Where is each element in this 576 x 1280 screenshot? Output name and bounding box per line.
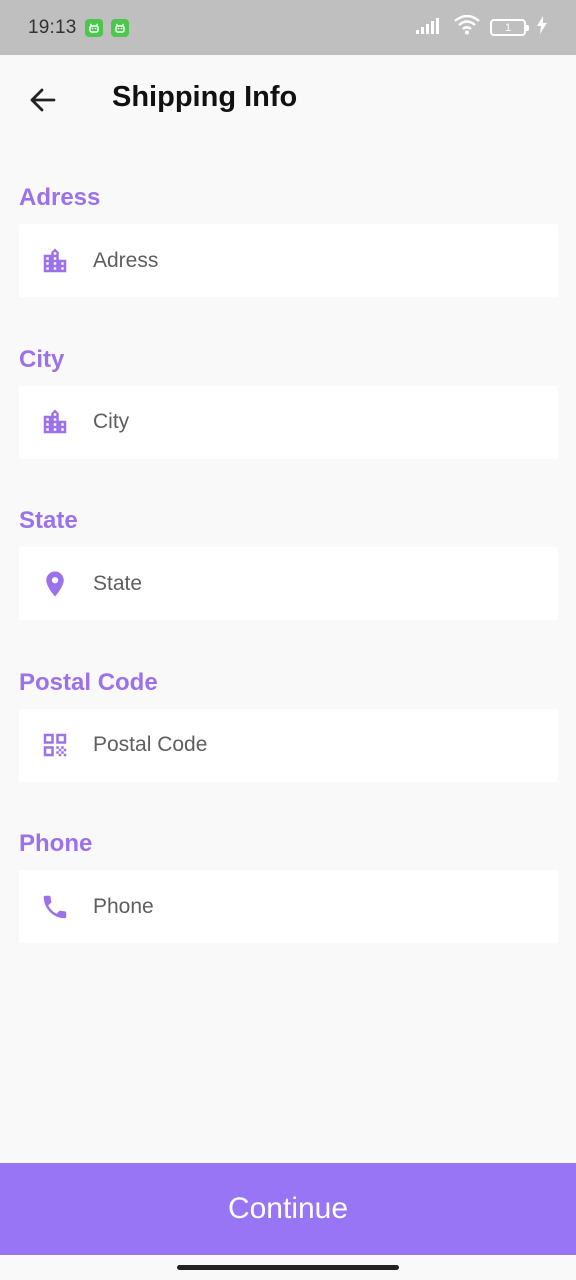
phone-field[interactable] xyxy=(19,870,558,943)
arrow-left-icon xyxy=(30,88,56,112)
charging-icon xyxy=(536,16,548,39)
battery-level: 1 xyxy=(504,21,512,34)
city-field-group: City xyxy=(19,342,558,504)
state-label: State xyxy=(19,507,78,534)
signal-icon xyxy=(416,16,444,39)
building-icon xyxy=(40,246,70,276)
address-field[interactable] xyxy=(19,224,558,297)
status-right: 1 xyxy=(416,14,548,40)
address-field-group: Adress xyxy=(19,180,558,342)
city-input[interactable] xyxy=(93,385,558,459)
state-input[interactable] xyxy=(93,547,558,620)
state-field-group: State xyxy=(19,503,558,665)
status-left: 19:13 xyxy=(28,17,129,39)
state-field[interactable] xyxy=(19,547,558,620)
qr-code-icon xyxy=(40,730,70,760)
page-title: Shipping Info xyxy=(112,81,298,113)
phone-icon xyxy=(40,892,70,922)
wifi-icon xyxy=(454,14,480,40)
city-field[interactable] xyxy=(19,385,558,459)
back-button[interactable] xyxy=(26,83,60,117)
location-pin-icon xyxy=(40,569,70,599)
battery-icon: 1 xyxy=(490,19,529,36)
continue-button[interactable]: Continue xyxy=(0,1163,576,1255)
postal-code-field[interactable] xyxy=(19,708,558,782)
city-label: City xyxy=(19,345,65,373)
android-icon xyxy=(110,18,129,37)
postal-code-input[interactable] xyxy=(93,708,558,782)
phone-field-group: Phone xyxy=(19,826,558,988)
shipping-form: Adress City State Postal Code xyxy=(19,180,558,988)
building-icon xyxy=(40,407,70,437)
home-indicator[interactable] xyxy=(177,1265,399,1270)
phone-label: Phone xyxy=(19,830,93,857)
address-input[interactable] xyxy=(93,224,558,297)
status-time: 19:13 xyxy=(28,16,77,38)
postal-code-label: Postal Code xyxy=(19,668,158,696)
android-icon xyxy=(84,18,103,37)
postal-code-field-group: Postal Code xyxy=(19,665,558,827)
status-bar: 19:13 1 xyxy=(0,0,576,55)
app-header: Shipping Info xyxy=(0,55,576,143)
address-label: Adress xyxy=(19,184,101,211)
phone-input[interactable] xyxy=(93,870,558,943)
